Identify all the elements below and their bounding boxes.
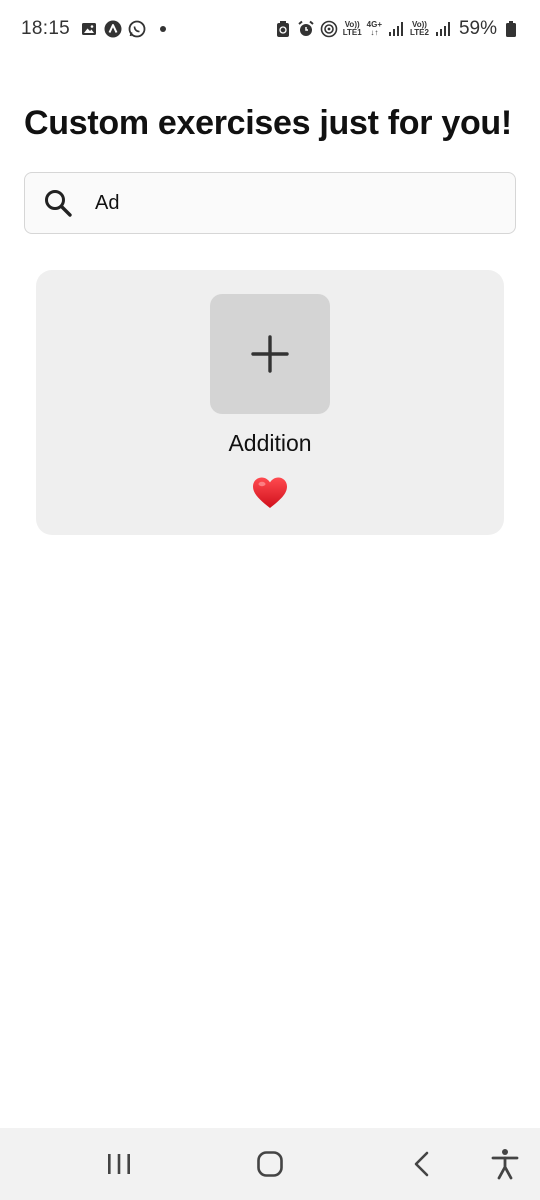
gallery-notification-icon (80, 20, 98, 38)
volte-sim2-label: Vo)) LTE2 (410, 21, 429, 37)
search-bar[interactable] (24, 172, 516, 234)
signal-sim2-icon (434, 20, 452, 38)
more-notifications-dot (160, 26, 167, 32)
exercise-label: Addition (228, 430, 312, 456)
back-icon[interactable] (410, 1150, 434, 1178)
status-left: 18:15 (21, 18, 167, 40)
status-right: Vo)) LTE1 4G+ ↓↑ Vo)) LTE2 59% (274, 18, 520, 40)
network-type-label: 4G+ ↓↑ (367, 21, 382, 37)
heart-icon[interactable] (252, 476, 288, 510)
exercise-card-addition[interactable]: Addition (36, 270, 504, 535)
network-type-bottom: ↓↑ (370, 28, 379, 37)
battery-saver-icon (274, 20, 292, 38)
whatsapp-notification-icon (128, 20, 146, 38)
volte-sim1-label: Vo)) LTE1 (343, 21, 362, 37)
hotspot-icon (320, 20, 338, 38)
accessibility-icon[interactable] (490, 1148, 520, 1180)
search-icon (43, 188, 73, 218)
battery-icon (502, 20, 520, 38)
page-title: Custom exercises just for you! (24, 104, 512, 142)
plus-icon (251, 335, 289, 373)
battery-percentage: 59% (458, 18, 497, 39)
status-time: 18:15 (21, 18, 71, 39)
home-icon[interactable] (256, 1150, 284, 1178)
alarm-icon (297, 20, 315, 38)
search-input[interactable] (95, 185, 495, 221)
app-notification-icon (104, 20, 122, 38)
signal-sim1-icon (387, 20, 405, 38)
volte-sim1-bottom: LTE1 (342, 28, 362, 37)
status-bar: 18:15 Vo)) LTE1 4G+ ↓↑ Vo)) LTE2 59% (0, 0, 540, 60)
volte-sim2-bottom: LTE2 (410, 28, 429, 37)
system-nav-bar (0, 1128, 540, 1200)
recents-icon[interactable] (106, 1152, 132, 1176)
exercise-thumbnail[interactable] (210, 294, 330, 414)
